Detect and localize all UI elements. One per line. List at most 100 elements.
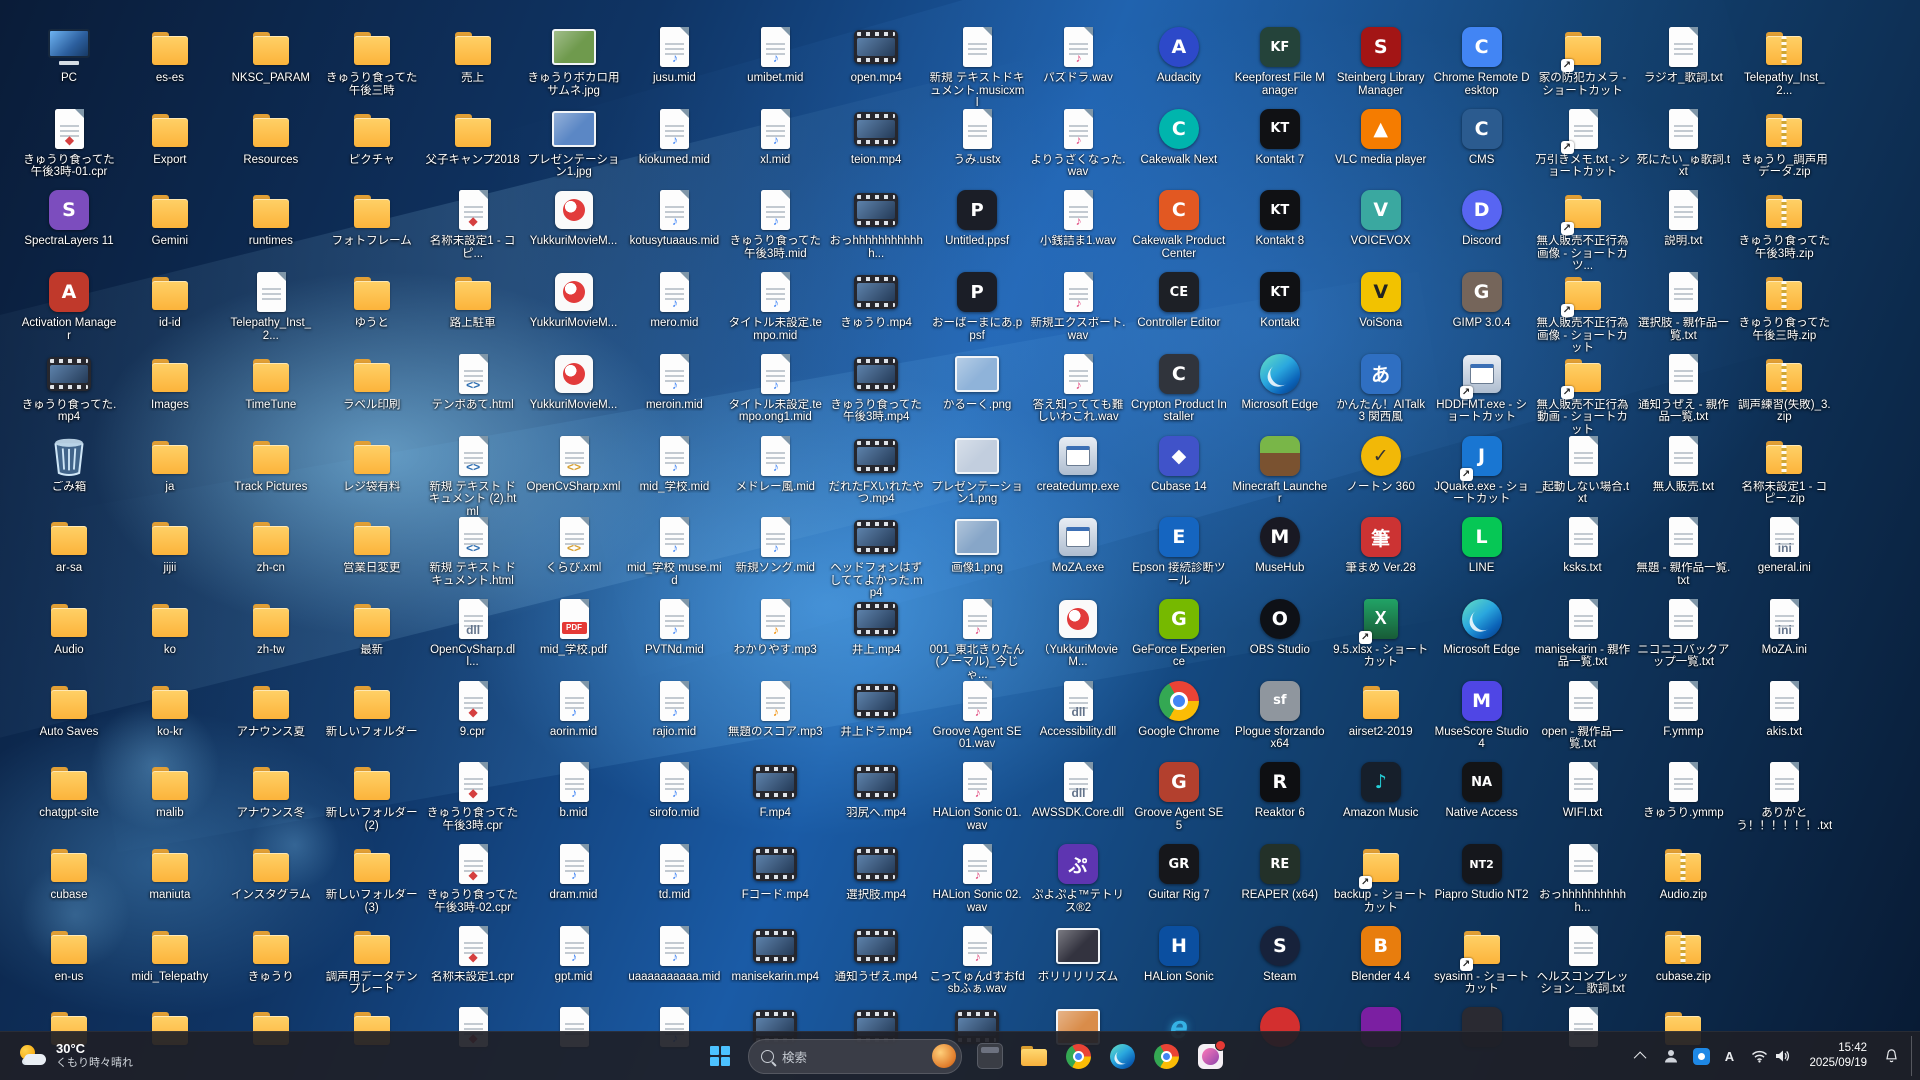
desktop-icon[interactable]: RReaktor 6 [1232,759,1328,820]
desktop-icon[interactable]: ◆9.cpr [425,678,521,739]
desktop-icon[interactable]: ♪新規エクスポート.wav [1030,269,1126,342]
desktop-icon[interactable]: きゅうりボカロ用サムネ.jpg [526,24,622,97]
desktop-icon[interactable]: きゅうり食ってた午後3時.zip [1736,187,1832,260]
desktop-icon[interactable]: Resources [223,106,319,167]
desktop-icon[interactable]: ♪gpt.mid [526,923,622,984]
desktop-icon[interactable]: chatgpt-site [21,759,117,820]
desktop-icon[interactable]: 営業日変更 [324,514,420,575]
desktop-icon[interactable]: ↗万引きメモ.txt - ショートカット [1535,106,1631,179]
desktop-icon[interactable]: CCakewalk Product Center [1131,187,1227,260]
desktop-icon[interactable]: ♪新規ソング.mid [727,514,823,575]
desktop-icon[interactable]: DDiscord [1434,187,1530,248]
desktop-icon[interactable]: Microsoft Edge [1434,596,1530,657]
desktop-icon[interactable]: ♪Groove Agent SE 01.wav [929,678,1025,751]
taskbar-app-media-app[interactable] [1190,1036,1230,1076]
desktop-icon[interactable]: ♪mid_学校 muse.mid [626,514,722,587]
desktop-icon[interactable]: ko-kr [122,678,218,739]
desktop-icon[interactable]: cubase [21,841,117,902]
desktop-icon[interactable]: ◆きゅうり食ってた午後3時-02.cpr [425,841,521,914]
desktop-icon[interactable]: YukkuriMovieM... [526,187,622,248]
desktop-icon[interactable]: _起動しない場合.txt [1535,433,1631,506]
desktop-icon[interactable]: アナウンス夏 [223,678,319,739]
desktop-icon[interactable]: 説明.txt [1635,187,1731,248]
desktop-icon[interactable]: ↗backup - ショートカット [1333,841,1429,914]
desktop-icon[interactable]: CCMS [1434,106,1530,167]
desktop-icon[interactable]: <>テンポあて.html [425,351,521,412]
desktop-icon[interactable]: 新規 テキストドキュメント.musicxml [929,24,1025,110]
desktop-icon[interactable]: PC [21,24,117,85]
desktop-icon[interactable]: MoZA.exe [1030,514,1126,575]
desktop-icon[interactable]: Pおーばーまにあ.ppsf [929,269,1025,342]
desktop-icon[interactable]: だれたFXいれたやつ.mp4 [828,433,924,506]
desktop-icon[interactable]: KTKontakt 7 [1232,106,1328,167]
desktop-icon[interactable]: Telepathy_Inst_2... [223,269,319,342]
desktop-icon[interactable]: runtimes [223,187,319,248]
desktop-icon[interactable]: Microsoft Edge [1232,351,1328,412]
desktop-icon[interactable]: PUntitled.ppsf [929,187,1025,248]
desktop-icon[interactable]: 新しいフォルダー (3) [324,841,420,914]
desktop-icon[interactable]: SSteam [1232,923,1328,984]
desktop-icon[interactable]: 新しいフォルダー [324,678,420,739]
desktop-icon[interactable]: 父子キャンプ2018 [425,106,521,167]
desktop-icon[interactable]: PDFmid_学校.pdf [526,596,622,657]
desktop-icon[interactable]: Audio.zip [1635,841,1731,902]
desktop-icon[interactable]: F.ymmp [1635,678,1731,739]
taskbar-app-app-window[interactable] [970,1036,1010,1076]
desktop-icon[interactable]: うみ.ustx [929,106,1025,167]
desktop-icon[interactable]: ぷぷよぷよ™テトリス®2 [1030,841,1126,914]
desktop-icon[interactable]: EEpson 接続診断ツール [1131,514,1227,587]
desktop-icon[interactable]: ♪kiokumed.mid [626,106,722,167]
desktop-icon[interactable]: jijii [122,514,218,575]
desktop-icon[interactable]: ↗無人販売不正行為動画 - ショートカット [1535,351,1631,437]
desktop-icon[interactable]: Gemini [122,187,218,248]
desktop-icon[interactable]: teion.mp4 [828,106,924,167]
desktop-icon[interactable]: きゅうり.ymmp [1635,759,1731,820]
desktop-icon[interactable]: ↗HDDFMT.exe - ショートカット [1434,351,1530,424]
weather-widget[interactable]: 30°C くもり時々晴れ [10,1040,141,1072]
desktop-icon[interactable]: ko [122,596,218,657]
desktop-icon[interactable]: GGroove Agent SE 5 [1131,759,1227,832]
desktop-icon[interactable]: GGeForce Experience [1131,596,1227,669]
desktop-icon[interactable]: ♪xl.mid [727,106,823,167]
desktop-icon[interactable]: ありがとう！！！！！！.txt [1736,759,1832,832]
desktop-icon[interactable]: 調声用データテンプレート [324,923,420,996]
desktop-icon[interactable]: AAudacity [1131,24,1227,85]
desktop-icon[interactable]: ↗家の防犯カメラ - ショートカット [1535,24,1631,97]
desktop-icon[interactable]: <>くらび.xml [526,514,622,575]
desktop-icon[interactable]: 筆筆まめ Ver.28 [1333,514,1429,575]
desktop-icon[interactable]: ピクチャ [324,106,420,167]
desktop-icon[interactable]: manisekarin.mp4 [727,923,823,984]
desktop-icon[interactable]: ▲VLC media player [1333,106,1429,167]
desktop-icon[interactable]: Audio [21,596,117,657]
desktop-icon[interactable]: 画像1.png [929,514,1025,575]
desktop-icon[interactable]: SSpectraLayers 11 [21,187,117,248]
desktop-icon[interactable]: ↗syasinn - ショートカット [1434,923,1530,996]
desktop-icon[interactable]: ♪aorin.mid [526,678,622,739]
desktop-icon[interactable]: YukkuriMovieM... [526,269,622,330]
desktop-icon[interactable]: dllAccessibility.dll [1030,678,1126,739]
desktop-icon[interactable]: ♪タイトル未設定.tempo.ong1.mid [727,351,823,424]
desktop-icon[interactable]: Google Chrome [1131,678,1227,739]
desktop-icon[interactable]: iniMoZA.ini [1736,596,1832,657]
desktop-icon[interactable]: インスタグラム [223,841,319,902]
taskbar-app-chrome-2[interactable] [1146,1036,1186,1076]
desktop-icon[interactable]: <>OpenCvSharp.xml [526,433,622,494]
desktop-icon[interactable]: ♪b.mid [526,759,622,820]
desktop-icon[interactable]: CEController Editor [1131,269,1227,330]
desktop-icon[interactable]: open - 親作品一覧.txt [1535,678,1631,751]
desktop-icon[interactable]: フォトフレーム [324,187,420,248]
desktop-icon[interactable]: ♪PVTNd.mid [626,596,722,657]
desktop-icon[interactable]: dllOpenCvSharp.dll... [425,596,521,669]
desktop-icon[interactable]: ♪メドレー風.mid [727,433,823,494]
desktop-icon[interactable]: NANative Access [1434,759,1530,820]
desktop-icon[interactable]: ja [122,433,218,494]
desktop-icon[interactable]: ar-sa [21,514,117,575]
desktop-icon[interactable]: zh-tw [223,596,319,657]
taskbar-app-file-explorer[interactable] [1014,1036,1054,1076]
desktop-icon[interactable]: レジ袋有料 [324,433,420,494]
desktop-icon[interactable]: MMuseHub [1232,514,1328,575]
desktop-icon[interactable]: zh-cn [223,514,319,575]
desktop-icon[interactable]: きゅうり [223,923,319,984]
desktop-icon[interactable]: BBlender 4.4 [1333,923,1429,984]
desktop-icon[interactable]: inigeneral.ini [1736,514,1832,575]
